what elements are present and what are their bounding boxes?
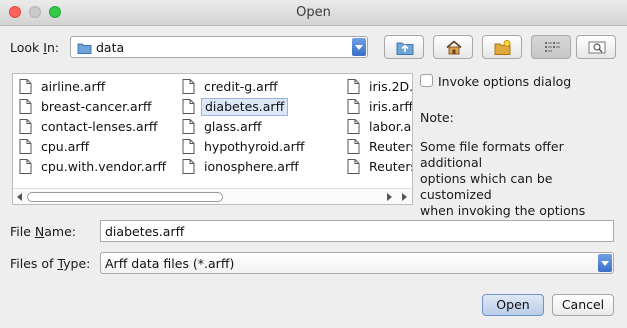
file-icon <box>19 119 32 134</box>
file-icon <box>182 159 195 174</box>
file-icon <box>347 99 360 114</box>
file-type-label: Files of Type: <box>10 256 91 271</box>
file-icon <box>182 79 195 94</box>
home-button[interactable] <box>433 35 473 59</box>
file-icon <box>182 119 195 134</box>
window-title: Open <box>296 5 331 20</box>
scroll-end-icon[interactable] <box>402 193 407 201</box>
note-label: Note: <box>420 110 454 125</box>
file-icon <box>19 79 32 94</box>
file-icon <box>347 119 360 134</box>
details-view-button[interactable] <box>576 35 616 59</box>
cancel-button[interactable]: Cancel <box>552 294 614 316</box>
file-icon <box>347 79 360 94</box>
file-icon <box>19 139 32 154</box>
horizontal-scrollbar[interactable] <box>13 188 412 204</box>
up-one-level-button[interactable] <box>384 35 424 59</box>
scroll-right-icon[interactable] <box>387 193 392 201</box>
invoke-options-checkbox[interactable] <box>420 74 433 87</box>
list-view-icon <box>545 42 560 52</box>
file-icon <box>347 159 360 174</box>
scroll-left-icon[interactable] <box>17 193 22 201</box>
scrollbar-thumb[interactable] <box>27 192 223 202</box>
file-name-input[interactable]: diabetes.arff <box>100 220 614 242</box>
file-icon <box>182 139 195 154</box>
chevron-down-icon[interactable] <box>352 38 366 56</box>
file-icon <box>182 99 195 114</box>
look-in-label: Look In: <box>10 40 60 55</box>
up-one-level-icon <box>396 42 414 55</box>
list-view-button[interactable] <box>531 35 571 59</box>
title-bar: Open <box>0 0 627 26</box>
file-icon <box>19 99 32 114</box>
home-icon <box>446 40 462 55</box>
file-name-label: File Name: <box>10 224 76 239</box>
details-view-icon <box>588 41 606 54</box>
new-folder-icon <box>494 40 511 55</box>
file-icon <box>347 139 360 154</box>
look-in-value: data <box>96 40 125 55</box>
chevron-down-icon[interactable] <box>598 254 612 272</box>
new-folder-button[interactable] <box>482 35 522 59</box>
look-in-select[interactable]: data <box>70 36 368 58</box>
folder-icon <box>77 43 92 54</box>
invoke-options-label[interactable]: Invoke options dialog <box>438 74 571 89</box>
open-button[interactable]: Open <box>482 294 544 316</box>
file-icon <box>19 159 32 174</box>
file-list[interactable]: airline.arff breast-cancer.arff contact-… <box>12 73 413 205</box>
file-type-select[interactable]: Arff data files (*.arff) <box>100 252 614 274</box>
